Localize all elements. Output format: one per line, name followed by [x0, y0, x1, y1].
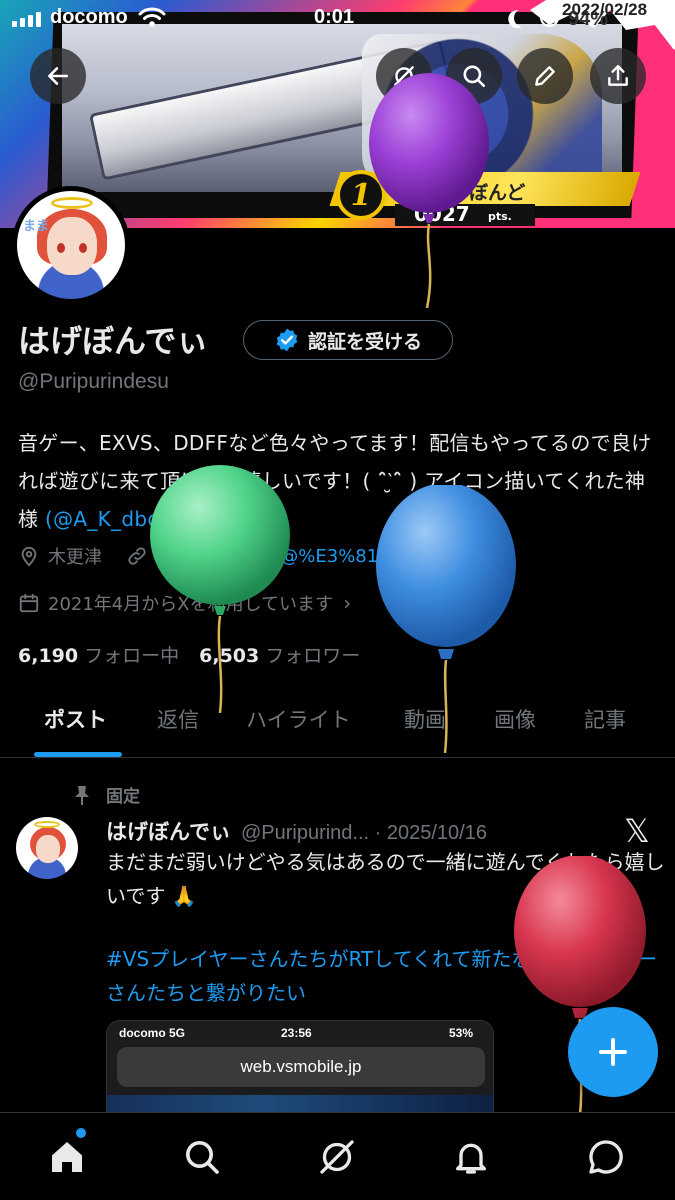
edit-button[interactable] [517, 48, 573, 104]
avatar-eye [79, 243, 87, 253]
profile-avatar[interactable]: まま [12, 186, 130, 304]
pinned-label: 固定 [106, 787, 140, 807]
calendar-icon [19, 593, 39, 613]
post-hashtag[interactable]: #VSプレイヤーさんたちがRTしてくれて新たなVSプレイヤーさんたちと繋がりたい [106, 942, 666, 1010]
search-button[interactable] [446, 48, 502, 104]
tab-articles[interactable]: 記事 [584, 704, 626, 734]
alarm-icon [540, 8, 559, 27]
nav-home[interactable] [43, 1133, 91, 1181]
nav-grok[interactable] [313, 1133, 361, 1181]
pin-icon [75, 785, 89, 805]
profile-meta-row: 木更津 youtube.com/@%E3%81%AF%E3%... [18, 543, 492, 569]
tab-videos[interactable]: 動画 [404, 704, 446, 734]
followers-label: フォロワー [265, 645, 361, 667]
avatar-lettering: まま [23, 219, 50, 234]
nav-notifications[interactable] [447, 1133, 495, 1181]
pinned-indicator: 固定 [72, 782, 140, 807]
rank-badge: 1 [336, 170, 386, 220]
search-icon [463, 65, 486, 88]
rank-player-name: まめひろぼんど [393, 182, 526, 204]
followers-link[interactable]: 6,503 フォロワー [199, 641, 360, 668]
wifi-icon [138, 7, 166, 27]
grok-icon [394, 66, 414, 86]
location-pin-icon [21, 546, 37, 567]
rank-score: 0027 [414, 202, 470, 226]
profile-tabs: ポスト 返信 ハイライト 動画 画像 記事 [0, 690, 675, 758]
nav-messages[interactable] [582, 1133, 630, 1181]
avatar-halo [51, 197, 93, 209]
status-date: 2022/02/28 [562, 0, 648, 19]
following-count: 6,190 [18, 645, 79, 667]
pencil-icon [535, 66, 555, 86]
get-verified-label: 認証を受ける [307, 330, 422, 353]
grok-icon [320, 1140, 354, 1174]
post-body: まだまだ弱いけどやる気はあるので一緒に遊んでくれたら嬉しいです 🙏 [106, 850, 665, 908]
media-url-bar: web.vsmobile.jp [117, 1047, 485, 1087]
avatar-eye [57, 243, 65, 253]
compose-button[interactable] [568, 1007, 658, 1097]
profile-bio: 音ゲー、EXVS、DDFFなど色々やってます！配信もやってるので良ければ遊びに来… [18, 424, 658, 538]
media-time: 23:56 [281, 1026, 312, 1040]
post-header: はげぼんでぃ @Puripurind... · 2025/10/16 [106, 816, 487, 846]
home-icon [52, 1142, 82, 1172]
post-author-name[interactable]: はげぼんでぃ [106, 820, 231, 844]
notification-dot [76, 1128, 86, 1138]
avatar-face [47, 217, 97, 275]
profile-handle: @Puripurindesu [18, 370, 169, 393]
signal-icon [12, 12, 41, 27]
profile-location: 木更津 [48, 547, 102, 568]
media-status-bar: docomo 5G 23:56 53% [107, 1021, 493, 1045]
status-time: 0:01 [314, 6, 355, 28]
verified-badge-icon [276, 328, 298, 352]
share-button[interactable] [590, 48, 646, 104]
search-icon [186, 1141, 219, 1174]
back-button[interactable] [30, 48, 86, 104]
chevron-right-icon[interactable]: › [343, 591, 351, 615]
bottom-navigation [0, 1112, 675, 1200]
arrow-left-icon [48, 67, 68, 85]
bell-icon [456, 1143, 486, 1174]
nav-search[interactable] [178, 1133, 226, 1181]
following-link[interactable]: 6,190 フォロー中 [18, 641, 179, 668]
followers-count: 6,503 [199, 645, 260, 667]
post-author-handle: @Puripurind... [240, 822, 370, 844]
carrier-label: docomo [50, 6, 128, 28]
tab-highlights[interactable]: ハイライト [246, 704, 351, 734]
tab-photos[interactable]: 画像 [494, 704, 536, 734]
post-author-avatar[interactable] [16, 817, 78, 879]
bio-mention-link[interactable]: (@A_K_dbd) [45, 507, 169, 531]
share-icon [608, 65, 628, 86]
media-url: web.vsmobile.jp [240, 1057, 362, 1076]
grok-button[interactable] [376, 48, 432, 104]
tab-replies[interactable]: 返信 [157, 704, 199, 734]
media-carrier: docomo 5G [119, 1026, 186, 1040]
tab-posts[interactable]: ポスト [44, 704, 107, 734]
message-icon [589, 1140, 623, 1174]
get-verified-button[interactable]: 認証を受ける [243, 320, 453, 360]
profile-website-link[interactable]: youtube.com/@%E3%81%AF%E3%... [156, 546, 492, 567]
plus-icon [599, 1038, 627, 1066]
post-date: · 2025/10/16 [374, 822, 487, 844]
status-bar: docomo 0:01 94% 2022/02/28 [0, 0, 675, 50]
media-battery: 53% [449, 1026, 474, 1040]
rank-score-unit: pts. [488, 210, 512, 223]
link-icon [128, 547, 146, 565]
display-name: はげぼんでぃ [18, 322, 209, 360]
follow-stats: 6,190 フォロー中 6,503 フォロワー [18, 641, 360, 668]
profile-joined-row: 2021年4月からXを利用しています › [18, 590, 351, 616]
active-tab-indicator [34, 752, 122, 757]
post-media-image[interactable]: docomo 5G 23:56 53% web.vsmobile.jp [106, 1020, 494, 1120]
profile-joined-date: 2021年4月からXを利用しています [48, 594, 334, 615]
following-label: フォロー中 [84, 645, 180, 667]
avatar-image: まま [17, 191, 125, 299]
